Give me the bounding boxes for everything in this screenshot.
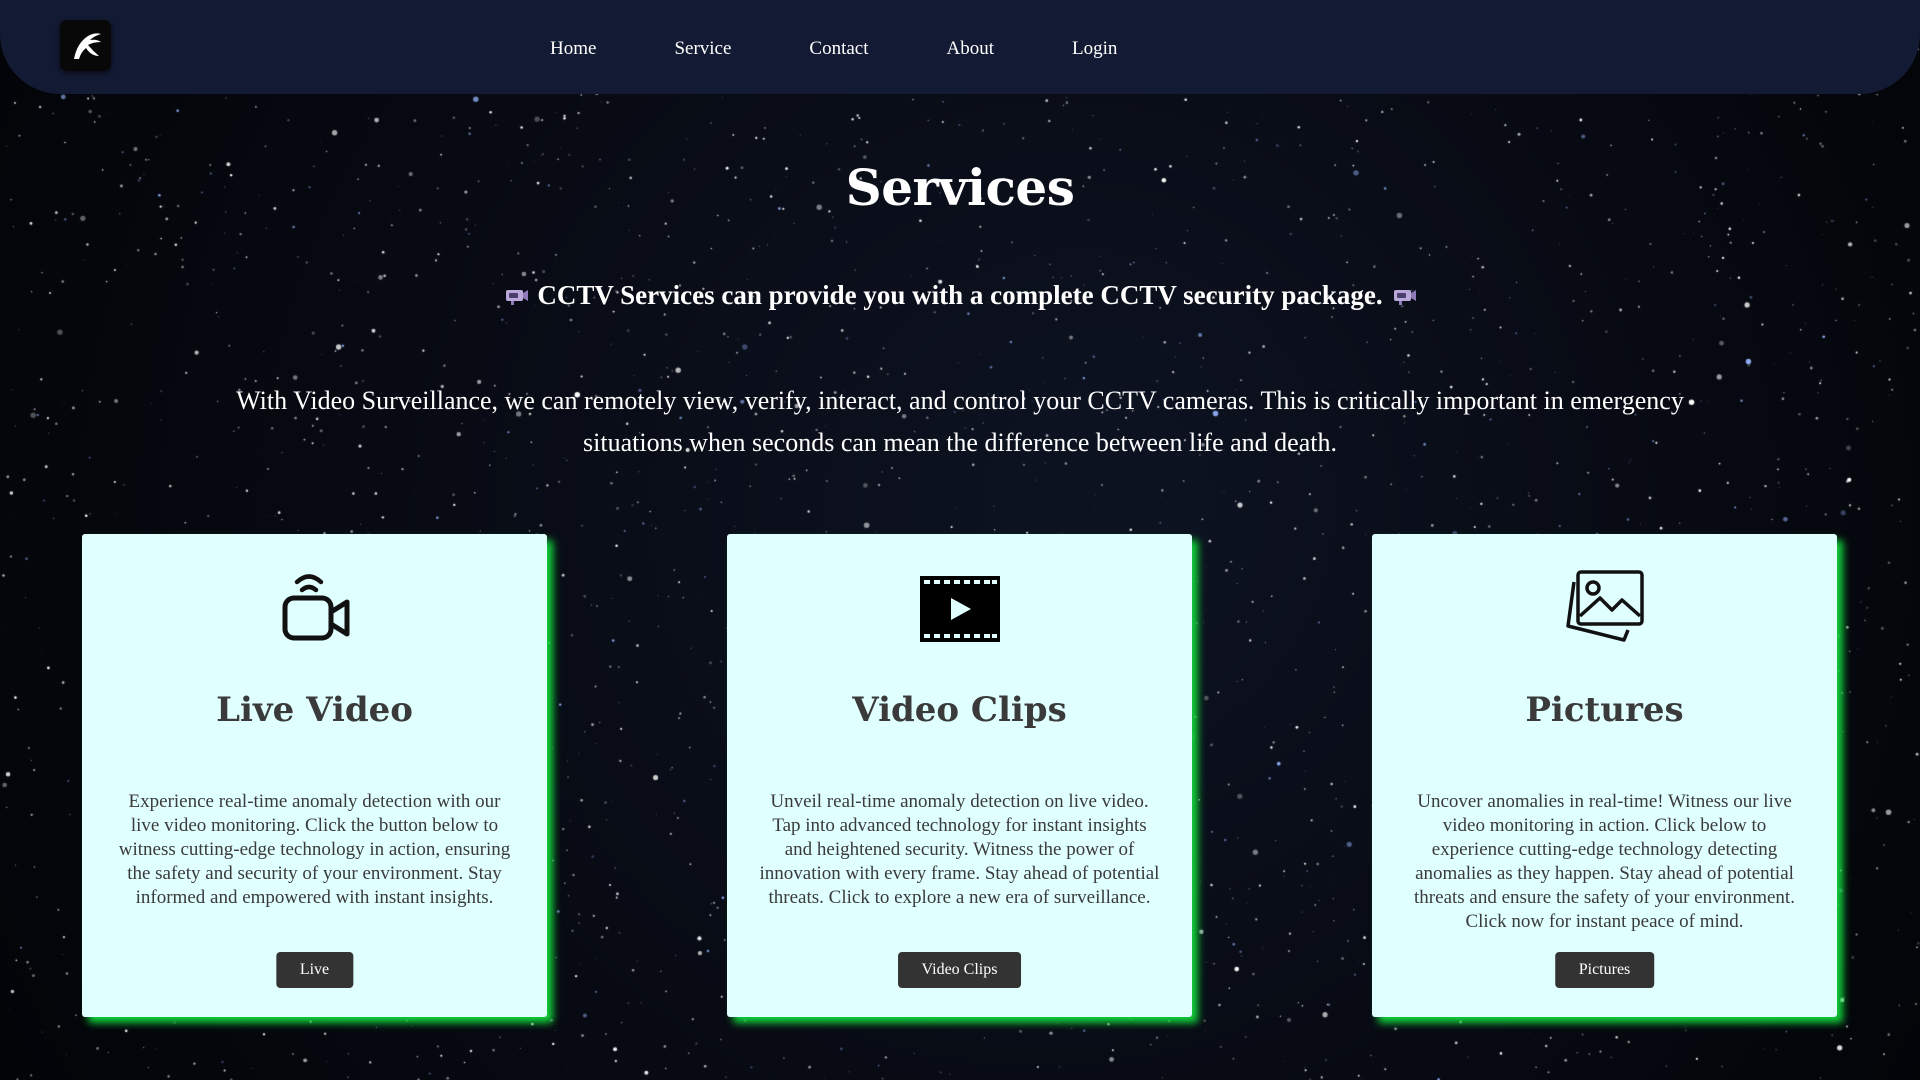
card-description: Experience real-time anomaly detection w… [118,791,511,908]
card-description: Uncover anomalies in real-time! Witness … [1414,791,1795,932]
top-navbar: Home Service Contact About Login [0,0,1920,94]
nav-service[interactable]: Service [674,38,731,60]
card-title: Live Video [216,690,413,730]
card-title: Pictures [1525,690,1684,730]
card-title: Video Clips [852,690,1067,730]
cctv-camera-icon [1391,283,1417,314]
nav-home[interactable]: Home [550,38,596,60]
nav-login[interactable]: Login [1072,38,1117,60]
film-play-icon [727,568,1192,648]
nav-contact[interactable]: Contact [809,38,868,60]
service-card-live-video: Live Video Experience real-time anomaly … [82,534,547,1017]
main-nav: Home Service Contact About Login [550,38,1195,60]
bird-logo-icon [73,32,101,59]
cctv-camera-icon [503,283,529,314]
subtitle-text: CCTV Services can provide you with a com… [537,280,1383,310]
page-title: Services [845,158,1075,217]
card-description: Unveil real-time anomaly detection on li… [759,791,1160,908]
pictures-button[interactable]: Pictures [1554,952,1655,988]
nav-about[interactable]: About [947,38,995,60]
pictures-icon [1372,568,1837,648]
video-camera-icon [82,568,547,648]
site-logo[interactable] [60,20,111,71]
services-section: Services CCTV Services can provide you w… [0,0,1920,1080]
live-button[interactable]: Live [275,952,354,988]
video-clips-button[interactable]: Video Clips [897,952,1022,988]
service-card-pictures: Pictures Uncover anomalies in real-time!… [1372,534,1837,1017]
services-subtitle: CCTV Services can provide you with a com… [0,280,1920,314]
intro-paragraph: With Video Surveillance, we can remotely… [236,386,1684,457]
service-card-video-clips: Video Clips Unveil real-time anomaly det… [727,534,1192,1017]
